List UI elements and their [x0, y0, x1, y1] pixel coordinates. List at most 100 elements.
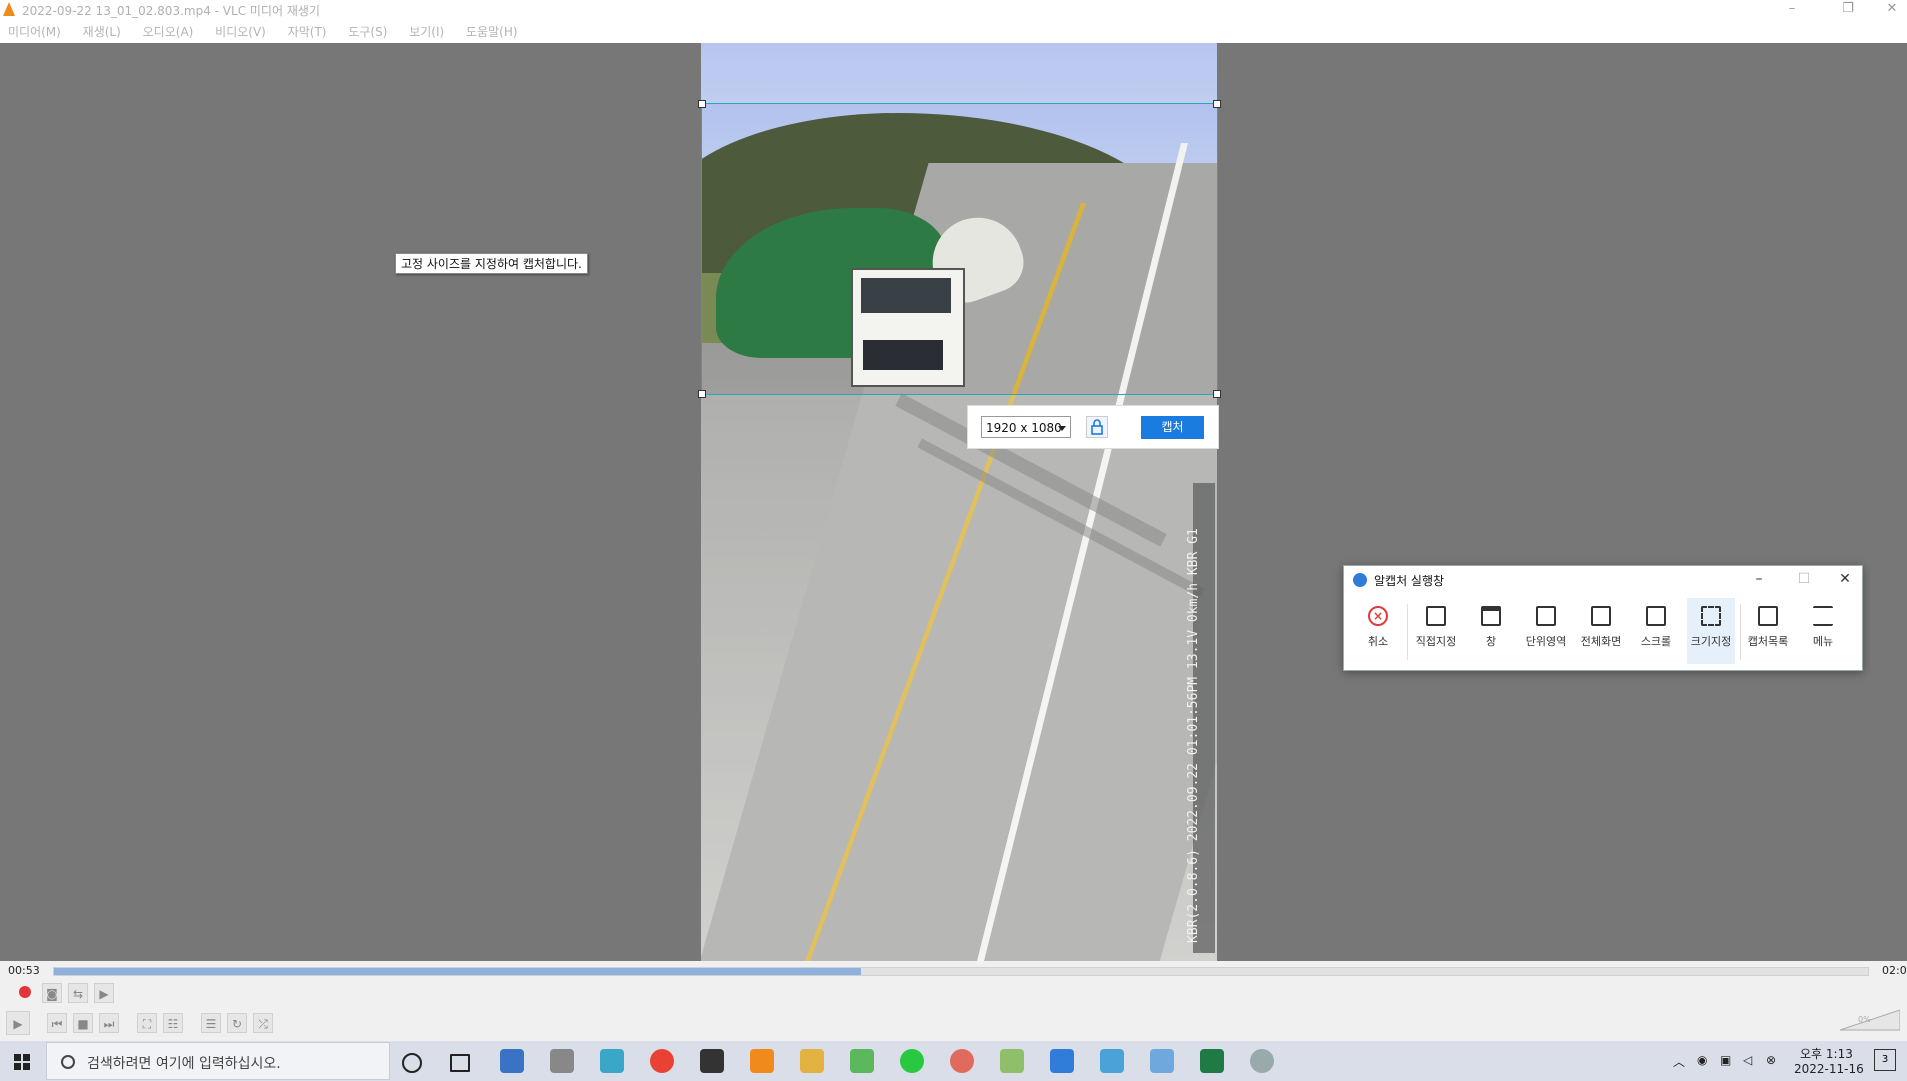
lock-ratio-button[interactable]: [1086, 416, 1108, 438]
next-button[interactable]: ⏭: [99, 1013, 119, 1033]
shuffle-icon: ⤮: [258, 1017, 268, 1031]
tool-window[interactable]: 창: [1467, 598, 1515, 664]
menu-help[interactable]: 도움말(H): [466, 21, 518, 43]
snapshot-button[interactable]: ◙: [42, 983, 62, 1003]
tool-capture-list[interactable]: 캡처목록: [1744, 598, 1792, 664]
tool-label: 단위영역: [1525, 635, 1567, 648]
size-select[interactable]: 1920 x 1080: [981, 416, 1071, 438]
menu-audio[interactable]: 오디오(A): [143, 21, 194, 43]
playlist-icon: ☰: [205, 1017, 217, 1031]
vlc-cone-icon: [3, 2, 15, 16]
cortana-icon[interactable]: [402, 1053, 422, 1073]
excel-icon[interactable]: [1200, 1049, 1224, 1073]
selection-handle-br[interactable]: [1213, 390, 1221, 398]
capture-dim-bottom: [701, 395, 1217, 961]
tool-scroll[interactable]: 스크롤: [1632, 598, 1680, 664]
tool-menu[interactable]: 메뉴: [1799, 598, 1847, 664]
next-icon: ⏭: [103, 1017, 115, 1031]
menu-tools[interactable]: 도구(S): [348, 21, 387, 43]
repeat-icon: ↻: [231, 1017, 243, 1031]
vscode-icon[interactable]: [1050, 1049, 1074, 1073]
loop-ab-button[interactable]: ⇆: [68, 983, 88, 1003]
selection-handle-tr[interactable]: [1213, 100, 1221, 108]
shuffle-button[interactable]: ⤮: [253, 1013, 273, 1033]
terminal-icon[interactable]: [700, 1049, 724, 1073]
menu-view[interactable]: 보기(I): [409, 21, 444, 43]
tool-custom-area[interactable]: 직접지정: [1412, 598, 1460, 664]
tray-close-icon[interactable]: ⊗: [1766, 1053, 1776, 1067]
record-button[interactable]: [15, 983, 35, 1003]
minimize-button[interactable]: –: [1770, 0, 1814, 21]
play-button[interactable]: ▶: [6, 1011, 30, 1035]
alcapture-logo-icon: [1353, 573, 1367, 587]
menu-video[interactable]: 비디오(V): [215, 21, 266, 43]
notepad-icon[interactable]: [600, 1049, 624, 1073]
app-icon-capture[interactable]: [1100, 1049, 1124, 1073]
fullscreen-button[interactable]: ⛶: [137, 1013, 157, 1033]
stop-button[interactable]: ■: [73, 1013, 93, 1033]
panel-minimize-button[interactable]: –: [1744, 568, 1774, 590]
calculator-icon[interactable]: [550, 1049, 574, 1073]
window-titlebar: 2022-09-22 13_01_02.803.mp4 - VLC 미디어 재생…: [0, 0, 1907, 21]
file-explorer-icon[interactable]: [800, 1049, 824, 1073]
selection-handle-tl[interactable]: [698, 100, 706, 108]
tool-label: 전체화면: [1580, 635, 1622, 648]
tool-label: 캡처목록: [1747, 635, 1789, 648]
restore-button[interactable]: ❐: [1826, 0, 1870, 21]
line-messenger-icon[interactable]: [900, 1049, 924, 1073]
clock-time[interactable]: 오후 1:13: [1800, 1045, 1853, 1062]
capture-selection-rect[interactable]: [698, 100, 1221, 398]
capture-button[interactable]: 캡처: [1141, 416, 1204, 439]
app-icon-paint[interactable]: [1250, 1049, 1274, 1073]
seek-bar[interactable]: [53, 967, 1869, 976]
menu-media[interactable]: 미디어(M): [8, 21, 61, 43]
notification-center-button[interactable]: 3: [1874, 1049, 1896, 1071]
start-button[interactable]: [0, 1041, 44, 1081]
app-icon-swirl[interactable]: [950, 1049, 974, 1073]
frame-step-icon: ▶: [99, 987, 109, 1001]
menu-playback[interactable]: 재생(L): [83, 21, 121, 43]
tool-label: 스크롤: [1640, 635, 1672, 648]
tool-label: 메뉴: [1812, 635, 1834, 648]
panel-maximize-button[interactable]: ☐: [1789, 568, 1819, 590]
chevron-down-icon: [1058, 426, 1066, 431]
selection-handle-bl[interactable]: [698, 390, 706, 398]
menu-list-icon: [1813, 606, 1833, 626]
tool-separator: [1740, 604, 1741, 660]
clock-date[interactable]: 2022-11-16: [1794, 1062, 1864, 1076]
taskbar-search[interactable]: 검색하려면 여기에 입력하십시오.: [46, 1042, 390, 1080]
photos-icon[interactable]: [1150, 1049, 1174, 1073]
tray-chevron-up-icon[interactable]: ︿: [1673, 1053, 1685, 1070]
close-button[interactable]: ✕: [1870, 0, 1907, 21]
menu-subtitle[interactable]: 자막(T): [288, 21, 327, 43]
chrome-icon[interactable]: [650, 1049, 674, 1073]
app-icon-folder[interactable]: [1000, 1049, 1024, 1073]
app-icon-1[interactable]: [500, 1049, 524, 1073]
playlist-button[interactable]: ☰: [201, 1013, 221, 1033]
panel-close-button[interactable]: ✕: [1830, 568, 1860, 590]
tray-app-icon[interactable]: ◉: [1697, 1053, 1707, 1067]
tool-label: 크기지정: [1690, 635, 1732, 648]
vlc-taskbar-icon[interactable]: [750, 1049, 774, 1073]
frame-step-button[interactable]: ▶: [94, 983, 114, 1003]
tool-label: 창: [1485, 635, 1497, 648]
speaker-icon[interactable]: ◁: [1743, 1053, 1752, 1067]
task-view-icon[interactable]: [450, 1054, 470, 1072]
tool-full-screen[interactable]: 전체화면: [1577, 598, 1625, 664]
cancel-icon: ×: [1368, 606, 1388, 626]
tool-separator: [1407, 604, 1408, 660]
tool-label: 취소: [1367, 635, 1389, 648]
tool-fixed-size[interactable]: 크기지정: [1687, 598, 1735, 664]
previous-button[interactable]: ⏮: [47, 1013, 67, 1033]
network-icon[interactable]: ▣: [1720, 1053, 1731, 1067]
tool-cancel[interactable]: × 취소: [1354, 598, 1402, 664]
loop-button[interactable]: ↻: [227, 1013, 247, 1033]
loop-ab-icon: ⇆: [72, 987, 84, 1001]
app-icon-d[interactable]: [850, 1049, 874, 1073]
search-placeholder: 검색하려면 여기에 입력하십시오.: [87, 1056, 281, 1072]
windows-logo-icon: [14, 1054, 30, 1070]
capture-tooltip: 고정 사이즈를 지정하여 캡처합니다.: [395, 253, 588, 274]
extended-settings-button[interactable]: ☷: [163, 1013, 183, 1033]
tool-unit-area[interactable]: 단위영역: [1522, 598, 1570, 664]
stop-icon: ■: [77, 1017, 89, 1031]
